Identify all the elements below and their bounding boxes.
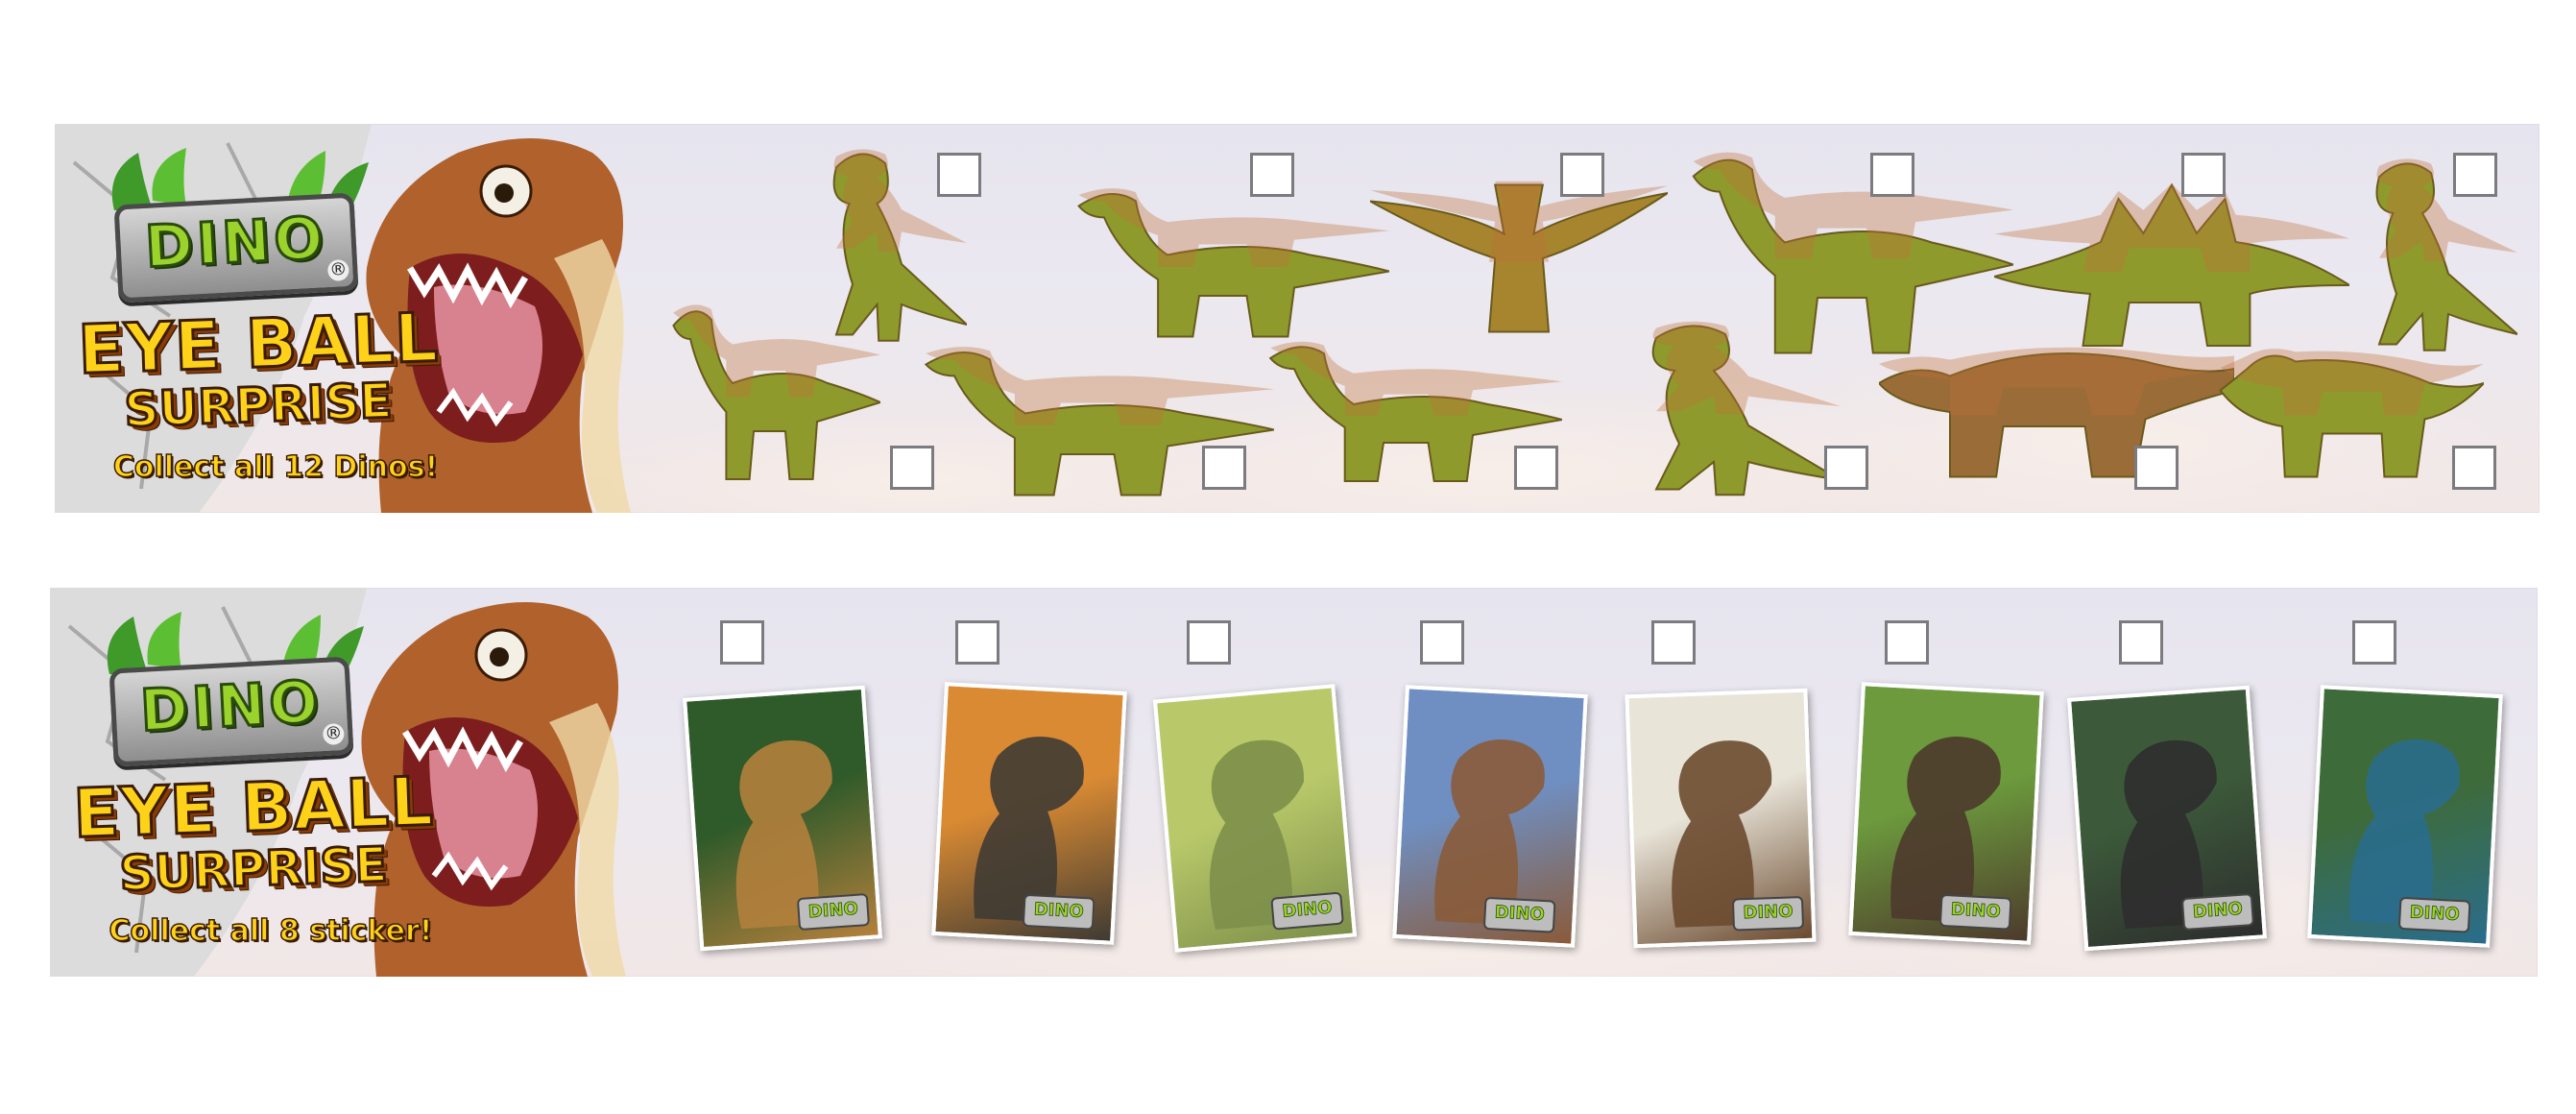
collect-checkbox-sticker-jungle-trex[interactable] (720, 620, 764, 665)
collect-checkbox-sticker-sunset-raptor[interactable] (955, 620, 999, 665)
collect-checkbox-gallimimus[interactable] (1870, 153, 1914, 197)
collect-checkbox-parasaurolophus[interactable] (2453, 153, 2497, 197)
sticker-dino-logo: DINO (1022, 893, 1095, 931)
logo-text: DINO (142, 204, 330, 283)
dino-logo: DINO ® (113, 192, 359, 303)
sticker-canyon-spino: DINO (1392, 685, 1588, 948)
sticker-dark-raptor: DINO (2067, 685, 2267, 952)
collect-checkbox-stegosaurus[interactable] (2181, 153, 2226, 197)
collect-checkbox-sticker-blue-trex[interactable] (2352, 620, 2396, 665)
sticker-blue-trex: DINO (2307, 685, 2503, 948)
dino-figure-stegosaurus (1994, 182, 2349, 347)
collect-tagline: Collect all 8 sticker! (108, 913, 433, 949)
sticker-meadow-trex: DINO (1848, 682, 2044, 945)
dino-figure-triceratops (2219, 349, 2484, 478)
collect-checkbox-raptor[interactable] (1824, 446, 1868, 490)
dino-figure-ankylosaurus (1879, 347, 2234, 478)
sticker-jungle-trex: DINO (683, 685, 882, 952)
header-panel: DINO ® EYE BALL SURPRISE Collect all 12 … (55, 124, 727, 513)
dino-figure-baby-sauropod (672, 304, 880, 480)
sticker-green-roar: DINO (1152, 684, 1358, 953)
collect-checkbox-sticker-canyon-spino[interactable] (1420, 620, 1464, 665)
stickers-collection-strip: DINO ® EYE BALL SURPRISE Collect all 8 s… (50, 588, 2538, 977)
collect-checkbox-ankylosaurus[interactable] (2134, 446, 2179, 490)
collect-checkbox-triceratops[interactable] (2452, 446, 2496, 490)
sticker-dino-logo: DINO (2397, 896, 2471, 933)
sticker-dino-logo: DINO (796, 893, 871, 932)
product-title-line2: SURPRISE (117, 836, 390, 904)
collect-checkbox-iguanodon[interactable] (1250, 153, 1294, 197)
collect-checkbox-t-rex-standing[interactable] (937, 153, 981, 197)
collect-checkbox-brachiosaurus[interactable] (1514, 446, 1558, 490)
registered-mark: ® (322, 722, 345, 746)
header-panel: DINO ® EYE BALL SURPRISE Collect all 8 s… (50, 588, 722, 977)
collect-checkbox-sticker-hatching-eggs[interactable] (1651, 620, 1696, 665)
sticker-hatching-eggs: DINO (1625, 688, 1817, 949)
sticker-dino-logo: DINO (1482, 896, 1556, 933)
sticker-sunset-raptor: DINO (931, 682, 1127, 945)
sticker-dino-logo: DINO (2180, 893, 2255, 932)
collect-checkbox-sticker-meadow-trex[interactable] (1885, 620, 1929, 665)
dino-figure-raptor (1651, 321, 1841, 496)
product-title-line2: SURPRISE (122, 372, 395, 440)
brand-block: DINO ® EYE BALL SURPRISE Collect all 8 s… (70, 607, 437, 962)
collect-checkbox-pteranodon[interactable] (1560, 153, 1604, 197)
sticker-dino-logo: DINO (1938, 893, 2012, 931)
collect-checkbox-sticker-green-roar[interactable] (1187, 620, 1231, 665)
logo-text: DINO (137, 667, 325, 747)
sticker-dino-logo: DINO (1731, 896, 1805, 932)
collect-checkbox-sticker-dark-raptor[interactable] (2119, 620, 2163, 665)
collect-checkbox-spinosaurus[interactable] (1202, 446, 1246, 490)
collect-tagline: Collect all 12 Dinos! (112, 449, 439, 485)
dino-logo: DINO ® (108, 656, 354, 767)
registered-mark: ® (326, 258, 349, 282)
brand-block: DINO ® EYE BALL SURPRISE Collect all 12 … (75, 143, 442, 498)
dino-figure-iguanodon (1077, 188, 1389, 338)
sticker-dino-logo: DINO (1270, 891, 1344, 931)
figures-collection-strip: DINO ® EYE BALL SURPRISE Collect all 12 … (55, 124, 2540, 513)
